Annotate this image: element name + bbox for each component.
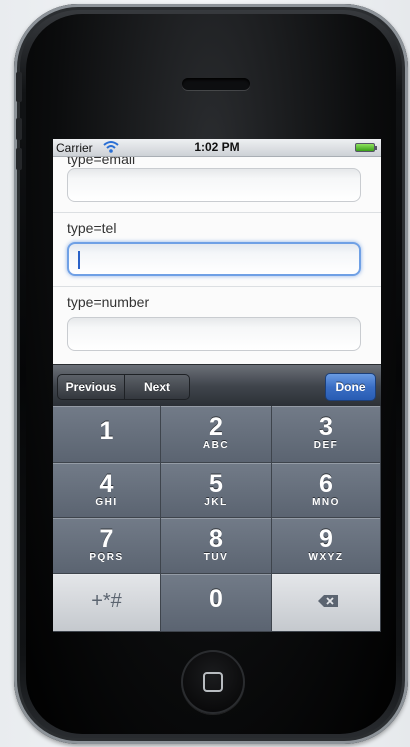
number-field[interactable] [67, 317, 361, 351]
key-digit: 0 [209, 585, 223, 613]
phone-screen: Carrier 1:02 PM type=email type=tel type… [53, 139, 381, 632]
key-6[interactable]: 6 MNO [272, 463, 381, 518]
key-1[interactable]: 1 [53, 406, 161, 463]
key-letters: WXYZ [308, 552, 344, 563]
key-digit: 5 [209, 470, 223, 498]
previous-button[interactable]: Previous [58, 375, 125, 399]
earpiece-speaker [182, 78, 250, 90]
key-3[interactable]: 3 DEF [272, 406, 381, 463]
key-9[interactable]: 9 WXYZ [272, 518, 381, 574]
home-button[interactable] [181, 650, 245, 714]
status-bar: Carrier 1:02 PM [53, 139, 381, 157]
key-digit: 4 [99, 470, 114, 498]
volume-down-button [16, 148, 22, 170]
volume-up-button [16, 118, 22, 140]
key-letters: GHI [95, 497, 118, 508]
form-area: type=email type=tel type=number [53, 157, 381, 364]
key-digit: 3 [319, 413, 333, 441]
key-digit: 8 [209, 525, 223, 553]
key-digit: 9 [319, 525, 333, 553]
previous-next-control: Previous Next [57, 374, 190, 400]
key-letters: TUV [203, 552, 229, 563]
form-assistant-toolbar: Previous Next Done [53, 364, 381, 407]
number-field-label: type=number [67, 294, 150, 310]
divider [53, 286, 381, 287]
key-digit: 1 [99, 417, 114, 445]
tel-field[interactable] [67, 242, 361, 276]
key-4[interactable]: 4 GHI [53, 463, 161, 518]
email-field-label: type=email [67, 157, 136, 167]
numeric-keypad: 1 2 ABC 3 DEF 4 GHI 5 JKL 6 MNO 7 PQRS 8… [53, 406, 381, 632]
backspace-key[interactable] [272, 574, 381, 632]
battery-icon [355, 143, 377, 152]
key-letters: PQRS [89, 552, 124, 563]
divider [53, 212, 381, 213]
backspace-icon [318, 595, 338, 607]
home-square-icon [203, 672, 223, 692]
key-7[interactable]: 7 PQRS [53, 518, 161, 574]
symbols-glyph: +*# [91, 590, 122, 612]
status-time: 1:02 PM [194, 140, 240, 154]
next-button[interactable]: Next [125, 375, 189, 399]
key-letters: MNO [312, 497, 340, 508]
key-digit: 6 [319, 470, 333, 498]
key-letters: DEF [313, 440, 339, 451]
key-letters: ABC [202, 440, 230, 451]
email-field[interactable] [67, 168, 361, 202]
key-5[interactable]: 5 JKL [161, 463, 272, 518]
key-digit: 2 [209, 413, 223, 441]
symbols-key[interactable]: +*# [53, 574, 161, 632]
key-0[interactable]: 0 [161, 574, 272, 632]
text-cursor [78, 251, 80, 269]
key-digit: 7 [99, 525, 114, 553]
done-button[interactable]: Done [325, 373, 376, 401]
tel-field-label: type=tel [67, 220, 117, 236]
silent-switch [16, 72, 22, 102]
key-8[interactable]: 8 TUV [161, 518, 272, 574]
key-letters: JKL [204, 497, 228, 508]
key-2[interactable]: 2 ABC [161, 406, 272, 463]
